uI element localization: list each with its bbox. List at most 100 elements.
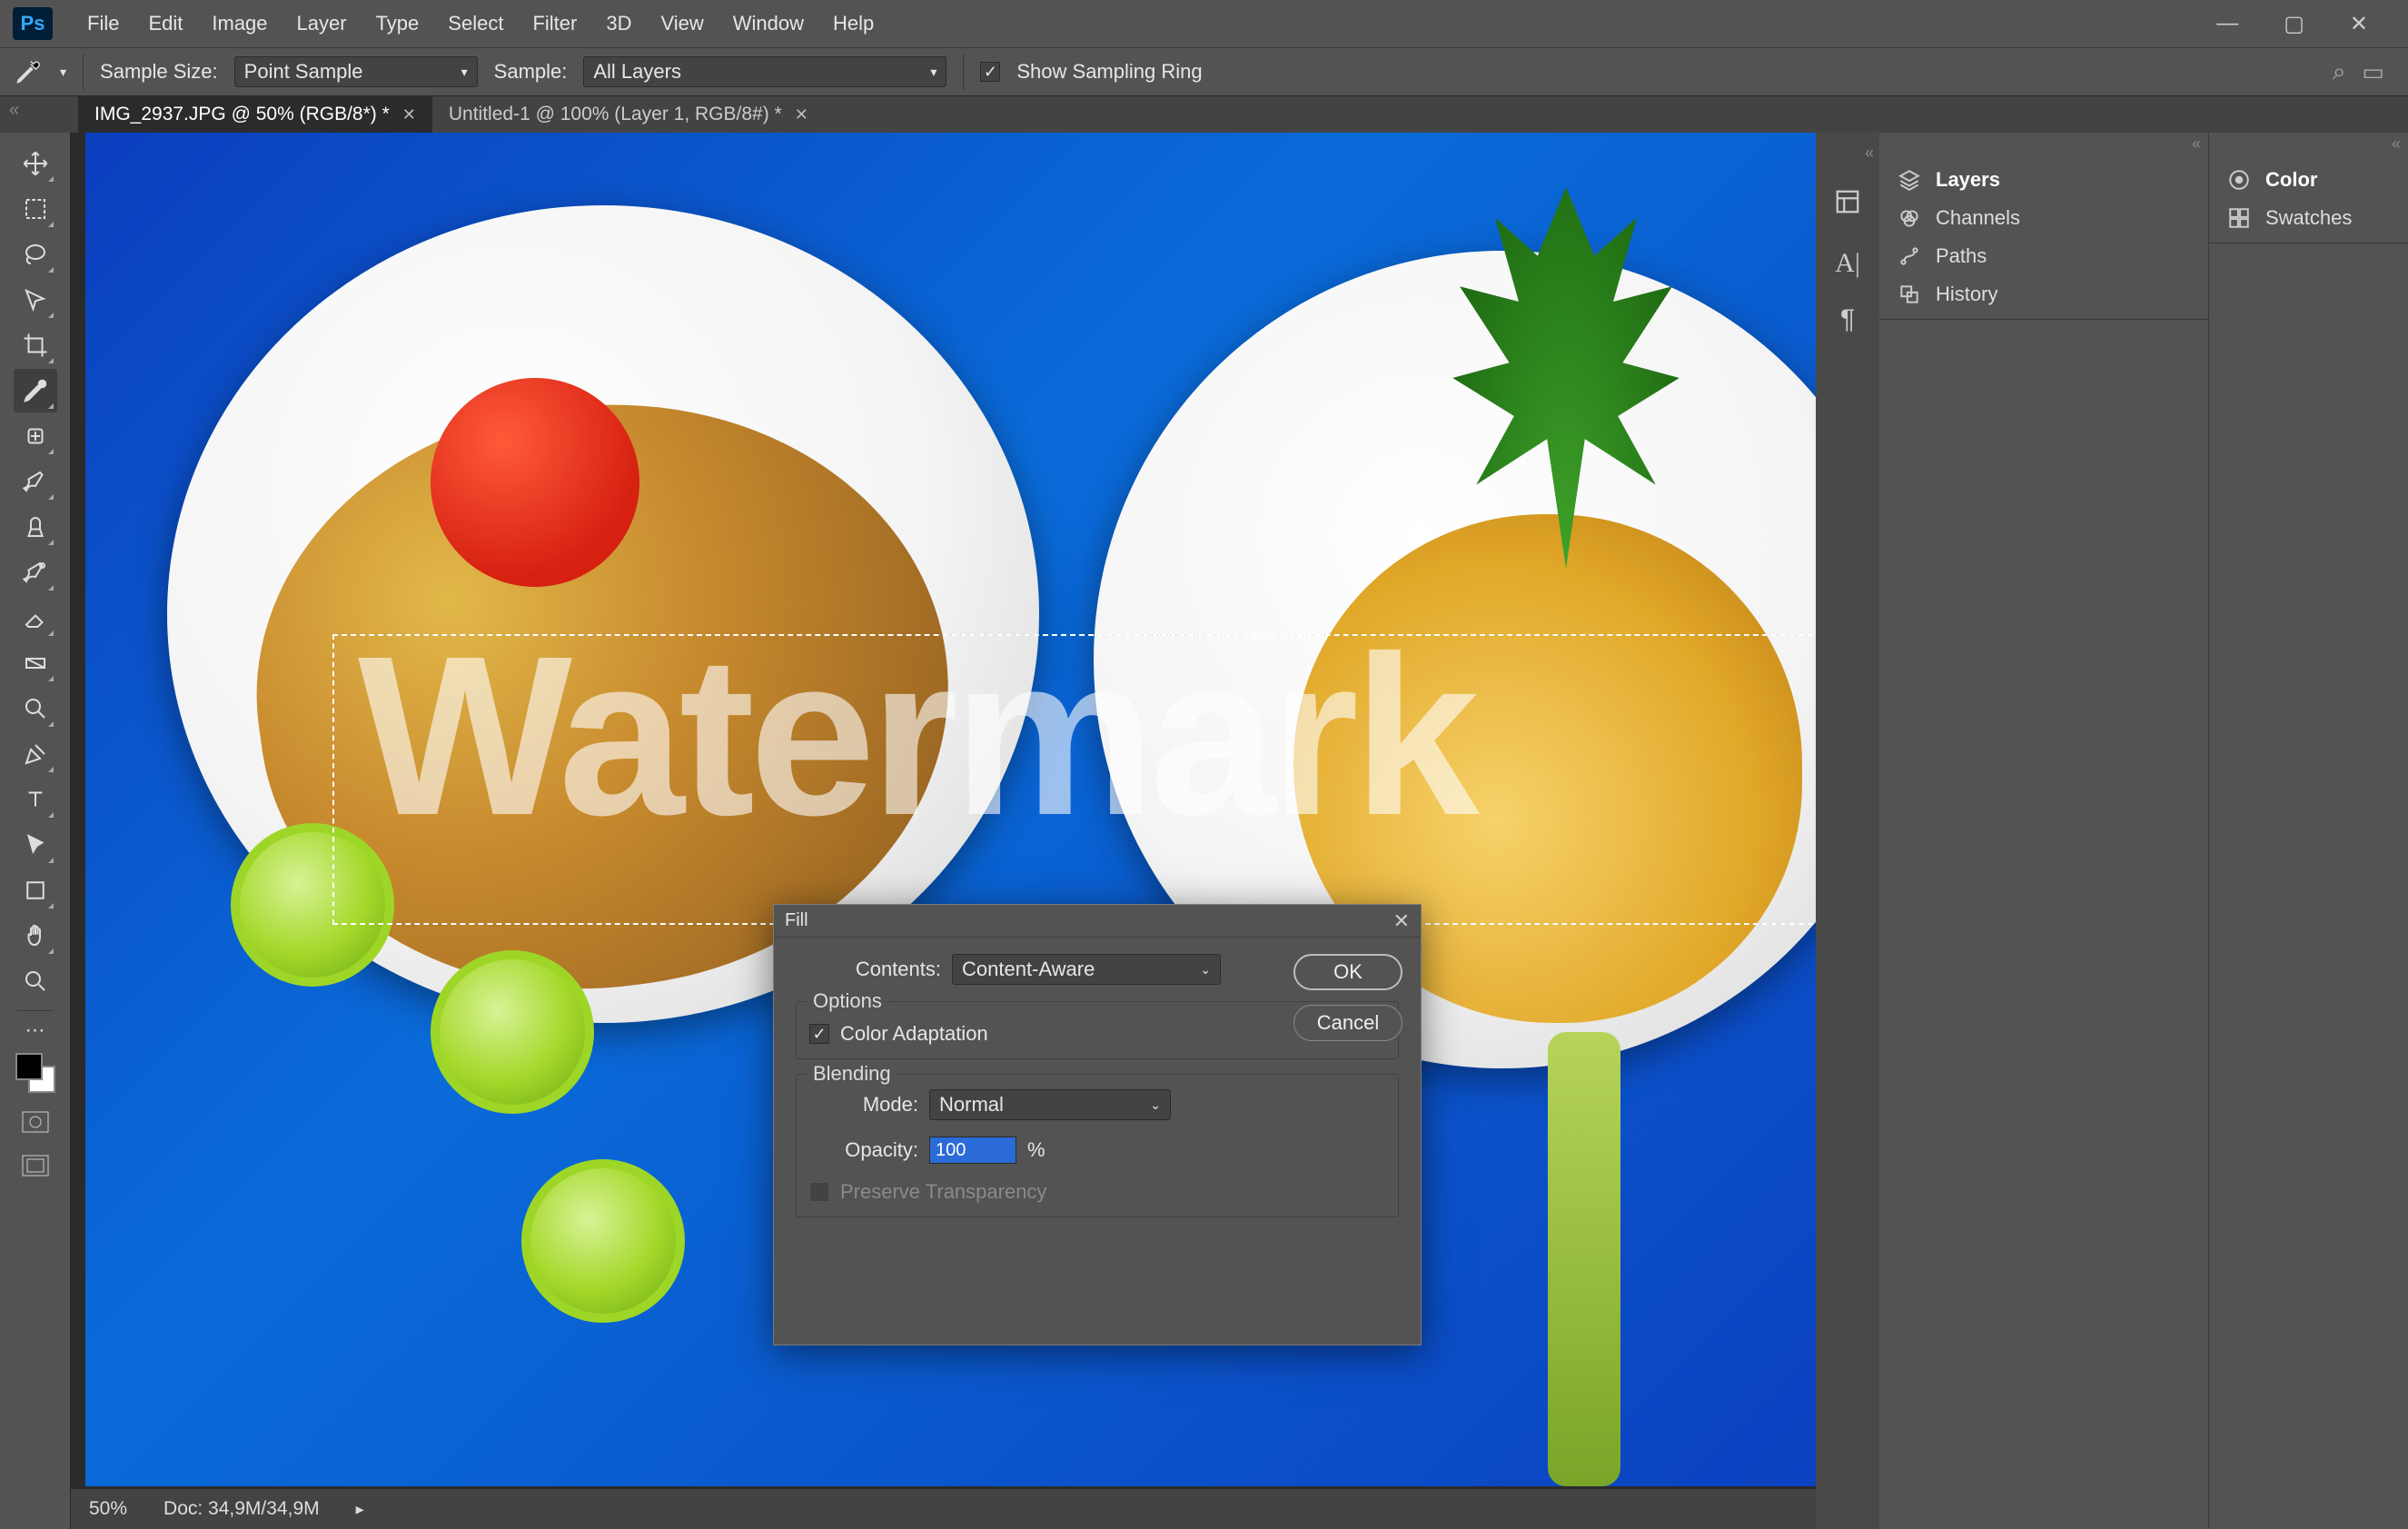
menu-file[interactable]: File	[73, 12, 134, 35]
mode-select[interactable]: Normal ⌄	[929, 1089, 1171, 1120]
panel-label: History	[1936, 283, 1997, 306]
show-ring-checkbox[interactable]	[980, 62, 1000, 82]
lasso-tool[interactable]	[14, 233, 57, 276]
blending-legend: Blending	[808, 1062, 897, 1086]
gradient-tool[interactable]	[14, 641, 57, 685]
menu-help[interactable]: Help	[818, 12, 888, 35]
menu-select[interactable]: Select	[433, 12, 518, 35]
menu-filter[interactable]: Filter	[518, 12, 591, 35]
sample-size-value: Point Sample	[244, 60, 363, 84]
marquee-tool[interactable]	[14, 187, 57, 231]
menu-view[interactable]: View	[646, 12, 718, 35]
mode-label: Mode:	[809, 1093, 918, 1117]
document-tab-active[interactable]: IMG_2937.JPG @ 50% (RGB/8*) * ✕	[78, 96, 432, 133]
contents-select[interactable]: Content-Aware ⌄	[952, 954, 1221, 985]
document-tab[interactable]: Untitled-1 @ 100% (Layer 1, RGB/8#) * ✕	[432, 96, 825, 133]
foreground-color[interactable]	[15, 1053, 43, 1080]
panel-label: Swatches	[2265, 206, 2352, 230]
opacity-label: Opacity:	[809, 1138, 918, 1162]
menu-image[interactable]: Image	[197, 12, 282, 35]
opacity-input[interactable]	[929, 1137, 1016, 1164]
dialog-close-icon[interactable]: ✕	[1393, 909, 1410, 933]
tab-label: IMG_2937.JPG @ 50% (RGB/8*) *	[94, 104, 390, 125]
tab-close-icon[interactable]: ✕	[795, 105, 808, 124]
image-content	[1548, 1032, 1620, 1486]
clone-stamp-tool[interactable]	[14, 505, 57, 549]
chevron-down-icon: ⌄	[1150, 1097, 1161, 1113]
chevron-right-icon[interactable]: ▸	[356, 1500, 364, 1519]
image-content	[431, 950, 594, 1114]
paragraph-panel-icon[interactable]: ¶	[1840, 304, 1855, 335]
search-icon[interactable]: ⌕	[2333, 57, 2346, 86]
image-content	[431, 378, 639, 587]
sample-select[interactable]: All Layers ▾	[583, 56, 946, 87]
ok-button[interactable]: OK	[1293, 954, 1402, 990]
libraries-icon[interactable]	[1834, 188, 1861, 223]
type-tool[interactable]	[14, 778, 57, 821]
tab-label: Untitled-1 @ 100% (Layer 1, RGB/8#) *	[449, 104, 782, 125]
tool-preset-eyedropper-icon[interactable]	[13, 56, 44, 87]
panel-tab-layers[interactable]: Layers	[1879, 161, 2208, 199]
menu-bar: Ps File Edit Image Layer Type Select Fil…	[0, 0, 2408, 47]
minimize-icon[interactable]: —	[2216, 11, 2238, 37]
preserve-transparency-label: Preserve Transparency	[840, 1180, 1046, 1204]
crop-tool[interactable]	[14, 323, 57, 367]
image-content	[521, 1159, 685, 1323]
history-brush-tool[interactable]	[14, 551, 57, 594]
path-select-tool[interactable]	[14, 823, 57, 867]
doc-info[interactable]: Doc: 34,9M/34,9M	[164, 1498, 320, 1520]
healing-brush-tool[interactable]	[14, 414, 57, 458]
menu-layer[interactable]: Layer	[282, 12, 362, 35]
edit-toolbar-icon[interactable]: ⋯	[14, 1018, 57, 1042]
menu-edit[interactable]: Edit	[134, 12, 197, 35]
maximize-icon[interactable]: ▢	[2284, 11, 2304, 37]
options-bar: ▾ Sample Size: Point Sample ▾ Sample: Al…	[0, 47, 2408, 96]
shape-tool[interactable]	[14, 869, 57, 912]
menu-type[interactable]: Type	[362, 12, 434, 35]
color-swatch[interactable]	[15, 1053, 55, 1093]
character-panel-icon[interactable]: A|	[1835, 248, 1860, 279]
sample-label: Sample:	[494, 60, 568, 84]
eraser-tool[interactable]	[14, 596, 57, 640]
quick-mask-icon[interactable]	[17, 1107, 54, 1137]
collapse-tabs-icon[interactable]: «	[9, 100, 19, 121]
collapsed-panel-strip: « A| ¶	[1816, 133, 1879, 1529]
eyedropper-tool[interactable]	[14, 369, 57, 412]
preserve-transparency-checkbox	[809, 1182, 829, 1202]
panel-tab-color[interactable]: Color	[2209, 161, 2408, 199]
separator	[17, 1010, 54, 1011]
blending-fieldset: Blending Mode: Normal ⌄ Opacity: % Prese…	[796, 1074, 1399, 1217]
panel-dock-left: « A| ¶ « Layers Channels Paths	[1816, 133, 2208, 1529]
close-icon[interactable]: ✕	[2350, 11, 2368, 37]
chevron-down-icon[interactable]: ▾	[60, 65, 66, 80]
color-adaptation-checkbox[interactable]	[809, 1024, 829, 1044]
zoom-tool[interactable]	[14, 959, 57, 1003]
quick-select-tool[interactable]	[14, 278, 57, 322]
panel-tab-swatches[interactable]: Swatches	[2209, 199, 2408, 237]
workspace-switcher-icon[interactable]: ▭	[2362, 58, 2384, 86]
screen-mode-icon[interactable]	[17, 1151, 54, 1180]
panel-label: Paths	[1936, 244, 1987, 268]
zoom-level[interactable]: 50%	[89, 1498, 127, 1520]
separator	[963, 54, 964, 90]
menu-window[interactable]: Window	[718, 12, 818, 35]
move-tool[interactable]	[14, 142, 57, 185]
menu-3d[interactable]: 3D	[591, 12, 646, 35]
collapse-icon[interactable]: «	[1865, 144, 1879, 163]
brush-tool[interactable]	[14, 460, 57, 503]
collapse-icon[interactable]: «	[2209, 133, 2408, 155]
mode-value: Normal	[939, 1093, 1004, 1117]
collapse-icon[interactable]: «	[1879, 133, 2208, 155]
cancel-button[interactable]: Cancel	[1293, 1005, 1402, 1041]
sample-size-select[interactable]: Point Sample ▾	[234, 56, 478, 87]
pen-tool[interactable]	[14, 732, 57, 776]
sample-size-label: Sample Size:	[100, 60, 218, 84]
hand-tool[interactable]	[14, 914, 57, 958]
panel-tab-paths[interactable]: Paths	[1879, 237, 2208, 275]
dodge-tool[interactable]	[14, 687, 57, 730]
tab-close-icon[interactable]: ✕	[402, 105, 416, 124]
dialog-titlebar[interactable]: Fill ✕	[774, 905, 1421, 938]
panel-tab-history[interactable]: History	[1879, 275, 2208, 313]
chevron-down-icon: ▾	[461, 65, 468, 80]
panel-tab-channels[interactable]: Channels	[1879, 199, 2208, 237]
